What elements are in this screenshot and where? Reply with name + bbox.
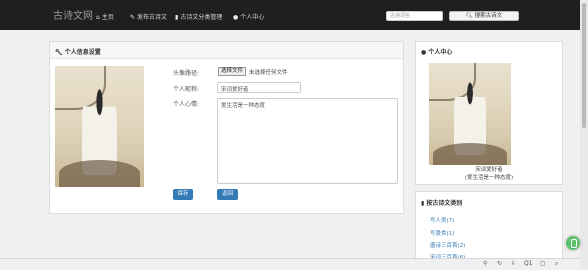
panel-title: 🔧︎ 个人信息设置: [55, 49, 101, 56]
panel-header: 🔧︎ 个人信息设置: [50, 42, 403, 59]
user-icon: ●: [233, 14, 239, 21]
file-status: 未选择任何文件: [249, 70, 288, 76]
book-icon: ▮: [175, 14, 179, 21]
avatar-path-label: 头像路径:: [173, 70, 200, 77]
top-navbar: 古诗文网 ⌂ 主页 ✎ 发布古诗文 ▮ 古诗文分类管理 ● 个人中心 古诗词名 🔍︎ 搜…: [0, 0, 588, 30]
search-icon[interactable]: ⌕: [555, 260, 558, 268]
home-icon: ⌂: [96, 14, 100, 21]
mood-textarea[interactable]: 爱生活是一种态度: [217, 98, 398, 184]
sidebar-avatar: [429, 63, 511, 165]
category-item[interactable]: 唐诗三百首(2): [430, 241, 465, 249]
brand-logo[interactable]: 古诗文网: [53, 12, 93, 22]
search-icon: 🔍︎: [465, 13, 473, 19]
nav-personal-center[interactable]: ● 个人中心: [233, 14, 264, 21]
choose-file-button[interactable]: 选择文件: [218, 67, 246, 76]
personal-center-card: ● 个人中心 宋词爱好者 (爱生活是一种态度): [415, 41, 563, 185]
save-button[interactable]: 保存: [173, 189, 193, 200]
search-button[interactable]: 🔍︎ 搜索古诗文: [449, 11, 519, 21]
book-icon: ▮: [421, 200, 425, 207]
scrollbar-thumb[interactable]: [582, 3, 586, 128]
wrench-icon: 🔧︎: [55, 49, 63, 56]
sidebar-mood: (爱生活是一种态度): [464, 175, 514, 181]
pencil-icon: ✎: [130, 14, 136, 21]
category-item[interactable]: 写人类(7): [430, 216, 454, 224]
nav-publish[interactable]: ✎ 发布古诗文: [130, 14, 167, 21]
nickname-label: 个人昵称:: [173, 86, 200, 93]
zoom-level[interactable]: Q1: [524, 260, 533, 268]
nav-home[interactable]: ⌂ 主页: [96, 14, 114, 21]
category-item[interactable]: 写景类(1): [430, 229, 454, 237]
search-input[interactable]: 古诗词名: [386, 11, 443, 21]
browser-status-bar: ⚲ ↻ ⇩ Q1 ▢ ⌕: [0, 258, 580, 270]
avatar-image: [55, 66, 144, 187]
nav-category-manage[interactable]: ▮ 古诗文分类管理: [175, 14, 222, 21]
download-icon[interactable]: ⇩: [511, 260, 516, 268]
sidebar-title: ● 个人中心: [421, 49, 453, 56]
category-title: ▮ 按古诗文类别: [421, 200, 463, 207]
expand-icon[interactable]: ▢: [540, 260, 546, 268]
pin-icon[interactable]: ⚲: [483, 260, 487, 268]
user-icon: ●: [421, 49, 427, 56]
history-icon[interactable]: ↻: [497, 260, 502, 268]
nickname-input[interactable]: 宋词爱好者: [217, 82, 301, 93]
sidebar-username: 宋词爱好者: [475, 167, 503, 173]
back-button[interactable]: 返回: [217, 189, 238, 200]
assistant-float-button[interactable]: [566, 236, 580, 250]
mood-label: 个人心情:: [173, 101, 200, 108]
